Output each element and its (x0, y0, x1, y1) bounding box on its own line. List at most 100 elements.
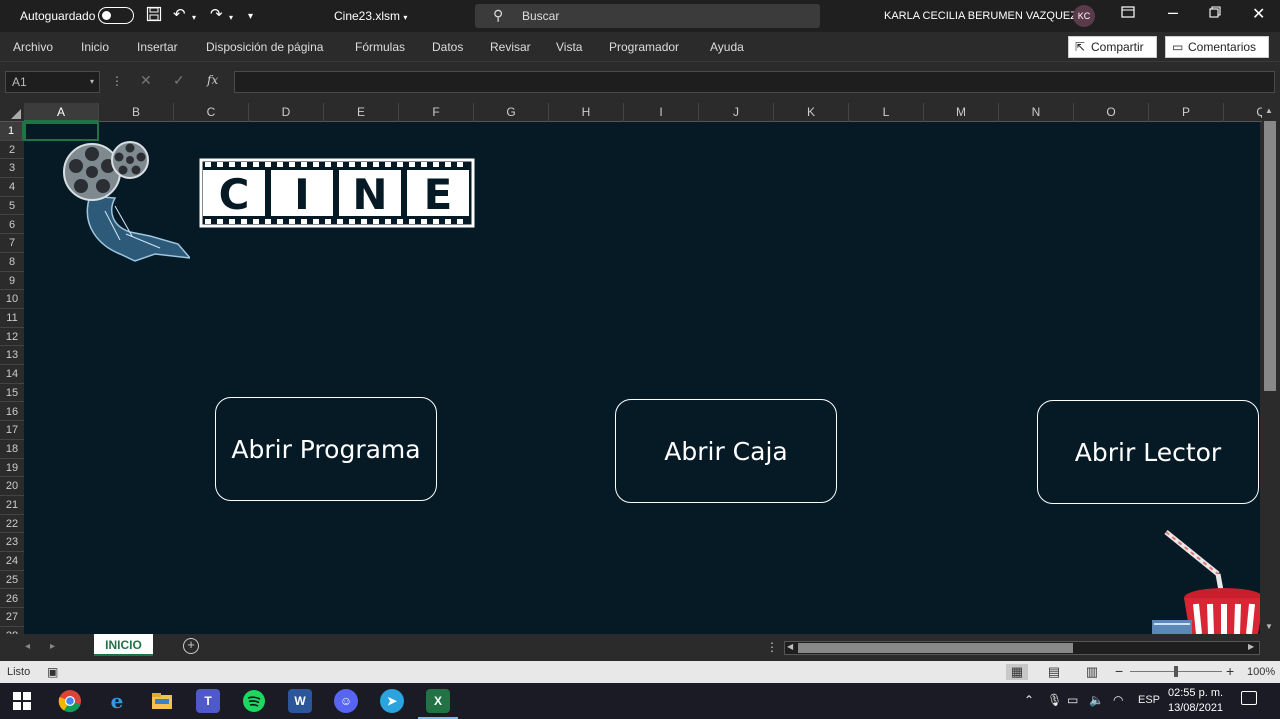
formula-input[interactable] (234, 71, 1275, 93)
file-explorer-icon[interactable] (150, 689, 174, 713)
microphone-icon[interactable]: 🎙 (1047, 693, 1062, 707)
clock[interactable]: 02:55 p. m. 13/08/2021 (1168, 686, 1223, 716)
name-box[interactable]: A1 ▾ (5, 71, 100, 93)
volume-icon[interactable]: 🔈 (1089, 693, 1104, 707)
tabs-splitter-icon[interactable]: ⋮ (766, 640, 778, 654)
column-header[interactable]: N (999, 103, 1074, 122)
scroll-down-icon[interactable]: ▼ (1265, 622, 1273, 631)
row-header[interactable]: 1 (0, 122, 24, 141)
scroll-right-icon[interactable]: ▶ (1248, 642, 1254, 651)
abrir-caja-button[interactable]: Abrir Caja (615, 399, 837, 503)
tab-vista[interactable]: Vista (556, 40, 582, 54)
row-header[interactable]: 9 (0, 272, 24, 291)
tab-archivo[interactable]: Archivo (13, 40, 53, 54)
abrir-programa-button[interactable]: Abrir Programa (215, 397, 437, 501)
zoom-level[interactable]: 100% (1247, 666, 1275, 678)
undo-icon[interactable]: ↶ (173, 6, 186, 24)
column-header[interactable]: G (474, 103, 549, 122)
row-header[interactable]: 8 (0, 253, 24, 272)
row-header[interactable]: 19 (0, 459, 24, 478)
row-header[interactable]: 7 (0, 234, 24, 253)
excel-icon[interactable]: X (418, 689, 458, 719)
search-box[interactable]: ⚲ Buscar (475, 4, 820, 28)
row-header[interactable]: 11 (0, 309, 24, 328)
word-icon[interactable]: W (288, 689, 312, 713)
save-icon[interactable] (146, 6, 162, 27)
scroll-up-icon[interactable]: ▲ (1265, 106, 1273, 115)
comments-button[interactable]: ▭ Comentarios (1165, 36, 1269, 58)
restore-icon[interactable] (1209, 5, 1221, 22)
share-button[interactable]: ⇱ Compartir (1068, 36, 1157, 58)
tray-expand-icon[interactable]: ⌃ (1024, 693, 1034, 707)
insert-function-icon[interactable]: fx (207, 73, 218, 87)
row-header[interactable]: 15 (0, 384, 24, 403)
column-header[interactable]: O (1074, 103, 1149, 122)
tab-insertar[interactable]: Insertar (137, 40, 178, 54)
column-header[interactable]: A (24, 103, 99, 122)
column-header[interactable]: M (924, 103, 999, 122)
row-header[interactable]: 18 (0, 440, 24, 459)
row-header[interactable]: 28 (0, 627, 24, 634)
vertical-scrollbar[interactable]: ▲ ▼ (1262, 103, 1280, 634)
row-header[interactable]: 10 (0, 290, 24, 309)
user-name[interactable]: KARLA CECILIA BERUMEN VAZQUEZ (884, 10, 1077, 22)
row-header[interactable]: 20 (0, 477, 24, 496)
macro-record-icon[interactable]: ▣ (47, 665, 58, 679)
avatar[interactable]: KC (1073, 5, 1095, 27)
tab-datos[interactable]: Datos (432, 40, 463, 54)
redo-dropdown-icon[interactable]: ▾ (229, 9, 233, 27)
tab-revisar[interactable]: Revisar (490, 40, 531, 54)
row-header[interactable]: 25 (0, 571, 24, 590)
row-header[interactable]: 16 (0, 403, 24, 422)
row-header[interactable]: 22 (0, 515, 24, 534)
column-header[interactable]: P (1149, 103, 1224, 122)
notifications-icon[interactable] (1241, 691, 1257, 705)
row-header[interactable]: 3 (0, 159, 24, 179)
chevron-down-icon[interactable]: ▾ (90, 72, 94, 92)
column-header[interactable]: B (99, 103, 174, 122)
row-header[interactable]: 17 (0, 421, 24, 440)
abrir-lector-button[interactable]: Abrir Lector (1037, 400, 1259, 504)
windows-start-icon[interactable] (13, 692, 31, 710)
row-header[interactable]: 2 (0, 141, 24, 160)
column-header[interactable]: I (624, 103, 699, 122)
horizontal-scroll-thumb[interactable] (798, 643, 1073, 653)
row-header[interactable]: 4 (0, 178, 24, 197)
page-layout-view-icon[interactable]: ▤ (1043, 664, 1065, 680)
horizontal-scrollbar[interactable]: ◀ ▶ (784, 641, 1260, 655)
scroll-left-icon[interactable]: ◀ (787, 642, 793, 651)
tab-ayuda[interactable]: Ayuda (710, 40, 744, 54)
edge-icon[interactable]: e (105, 689, 129, 713)
row-header[interactable]: 23 (0, 533, 24, 553)
tab-programador[interactable]: Programador (609, 40, 679, 54)
discord-icon[interactable]: ☺ (334, 689, 358, 713)
enter-icon[interactable]: ✓ (173, 72, 185, 89)
teams-icon[interactable]: T (196, 689, 220, 713)
file-name[interactable]: Cine23.xlsm ▾ (334, 9, 407, 23)
tab-inicio[interactable]: Inicio (81, 40, 109, 54)
telegram-icon[interactable]: ➤ (380, 689, 404, 713)
minimize-icon[interactable]: – (1168, 2, 1178, 23)
row-header[interactable]: 21 (0, 496, 24, 515)
row-header[interactable]: 12 (0, 328, 24, 347)
autosave-toggle[interactable] (98, 7, 134, 24)
cancel-icon[interactable]: ✕ (140, 72, 152, 89)
sheet-tab-inicio[interactable]: INICIO (94, 634, 153, 656)
battery-icon[interactable]: ▭ (1067, 693, 1078, 707)
tab-formulas[interactable]: Fórmulas (355, 40, 405, 54)
redo-icon[interactable]: ↷ (210, 6, 223, 24)
column-header[interactable]: F (399, 103, 474, 122)
more-options-icon[interactable]: ⋮ (111, 74, 123, 88)
row-header[interactable]: 6 (0, 216, 24, 235)
select-all-button[interactable] (0, 103, 24, 122)
normal-view-icon[interactable]: ▦ (1006, 664, 1028, 680)
worksheet-grid[interactable]: C I N E Abrir Programa Abrir Caja Abrir … (24, 122, 1260, 634)
zoom-slider-thumb[interactable] (1174, 666, 1178, 677)
column-header[interactable]: H (549, 103, 624, 122)
page-break-view-icon[interactable]: ▥ (1081, 664, 1103, 680)
row-header[interactable]: 27 (0, 608, 24, 627)
row-header[interactable]: 26 (0, 590, 24, 609)
zoom-in-icon[interactable]: + (1226, 663, 1234, 679)
prev-sheet-icon[interactable]: ◂ (25, 641, 30, 652)
row-header[interactable]: 5 (0, 197, 24, 216)
